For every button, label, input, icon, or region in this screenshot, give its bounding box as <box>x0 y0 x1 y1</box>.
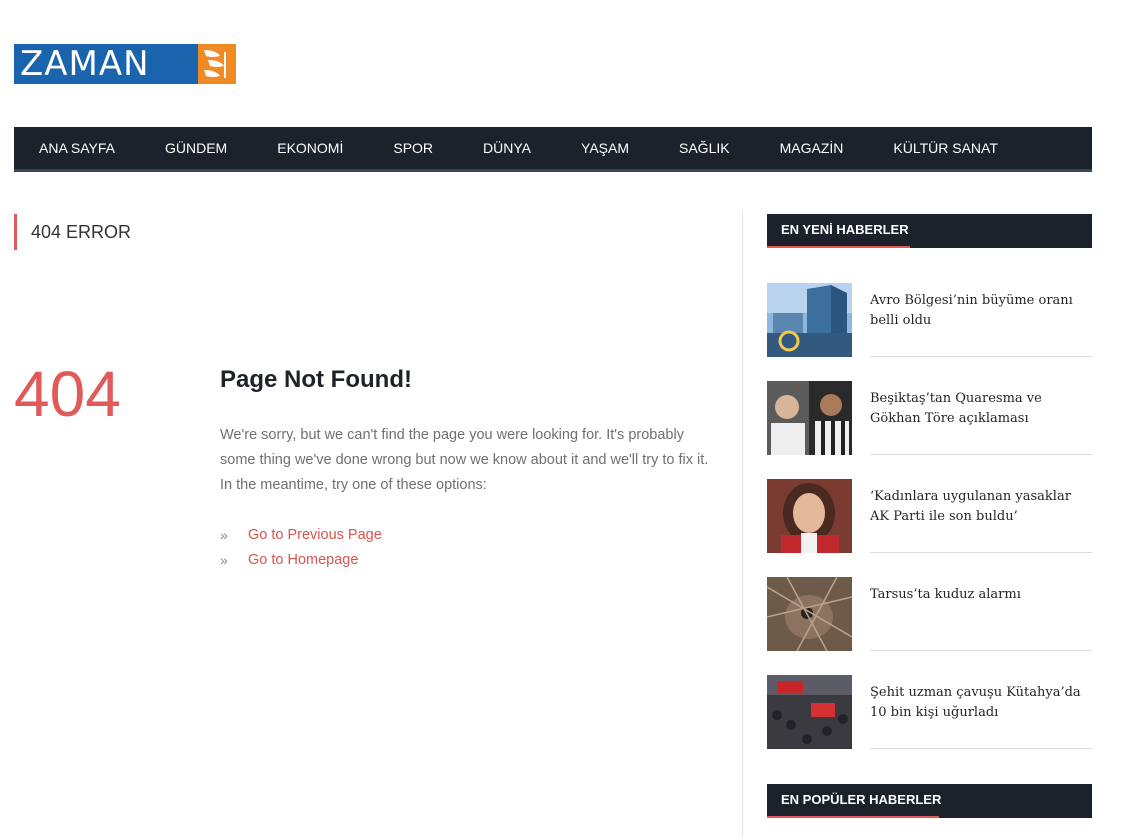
nav-item-ana-sayfa[interactable]: ANA SAYFA <box>14 127 140 169</box>
news-title[interactable]: Şehit uzman çavuşu Kütahya’da 10 bin kiş… <box>870 683 1092 723</box>
news-thumbnail[interactable] <box>767 381 852 455</box>
nav-item-magazin[interactable]: MAGAZİN <box>755 127 869 169</box>
widget-title: EN POPÜLER HABERLER <box>781 792 942 807</box>
previous-page-link[interactable]: Go to Previous Page <box>248 523 382 548</box>
news-thumbnail[interactable] <box>767 675 852 749</box>
nav-item-dunya[interactable]: DÜNYA <box>458 127 556 169</box>
error-code: 404 <box>14 358 121 430</box>
news-divider <box>870 552 1092 553</box>
logo-mark-icon <box>198 44 236 84</box>
news-title[interactable]: Beşiktaş’tan Quaresma ve Gökhan Töre açı… <box>870 389 1092 429</box>
page-title-bar: 404 ERROR <box>14 214 131 250</box>
error-options-list: » Go to Previous Page » Go to Homepage <box>220 523 382 573</box>
news-item[interactable]: ‘Kadınlara uygulanan yasaklar AK Parti i… <box>767 479 1092 553</box>
news-thumbnail[interactable] <box>767 283 852 357</box>
nav-item-yasam[interactable]: YAŞAM <box>556 127 654 169</box>
news-item[interactable]: Avro Bölgesi’nin büyüme oranı belli oldu <box>767 283 1092 357</box>
main-nav: ANA SAYFA GÜNDEM EKONOMİ SPOR DÜNYA YAŞA… <box>14 127 1092 172</box>
nav-item-gundem[interactable]: GÜNDEM <box>140 127 252 169</box>
error-message: We're sorry, but we can't find the page … <box>220 427 709 493</box>
latest-news-header: EN YENİ HABERLER <box>767 214 1092 248</box>
site-logo[interactable]: ZAMAN <box>14 44 236 84</box>
widget-title: EN YENİ HABERLER <box>781 222 909 237</box>
news-divider <box>870 748 1092 749</box>
news-divider <box>870 454 1092 455</box>
chevron-right-icon: » <box>220 527 228 543</box>
news-thumbnail[interactable] <box>767 577 852 651</box>
popular-news-header: EN POPÜLER HABERLER <box>767 784 1092 818</box>
news-item[interactable]: Tarsus’ta kuduz alarmı <box>767 577 1092 651</box>
news-item[interactable]: Şehit uzman çavuşu Kütahya’da 10 bin kiş… <box>767 675 1092 749</box>
page-title: 404 ERROR <box>31 221 132 242</box>
nav-item-kultur-sanat[interactable]: KÜLTÜR SANAT <box>868 127 1023 169</box>
error-heading: Page Not Found! <box>220 366 412 393</box>
nav-item-spor[interactable]: SPOR <box>368 127 458 169</box>
news-thumbnail[interactable] <box>767 479 852 553</box>
news-title[interactable]: Avro Bölgesi’nin büyüme oranı belli oldu <box>870 291 1092 331</box>
news-divider <box>870 356 1092 357</box>
logo-text: ZAMAN <box>14 44 198 84</box>
widget-underline <box>767 246 910 248</box>
news-divider <box>870 650 1092 651</box>
homepage-link[interactable]: Go to Homepage <box>248 548 358 573</box>
news-item[interactable]: Beşiktaş’tan Quaresma ve Gökhan Töre açı… <box>767 381 1092 455</box>
news-title[interactable]: Tarsus’ta kuduz alarmı <box>870 585 1092 605</box>
news-title[interactable]: ‘Kadınlara uygulanan yasaklar AK Parti i… <box>870 487 1092 527</box>
column-divider <box>742 212 743 837</box>
nav-item-saglik[interactable]: SAĞLIK <box>654 127 755 169</box>
list-item: » Go to Homepage <box>220 548 382 573</box>
list-item: » Go to Previous Page <box>220 523 382 548</box>
page: ZAMAN ANA SAYFA GÜNDEM EKONOMİ SPOR DÜNY… <box>0 0 1132 837</box>
chevron-right-icon: » <box>220 552 228 568</box>
widget-underline <box>767 816 939 818</box>
nav-item-ekonomi[interactable]: EKONOMİ <box>252 127 368 169</box>
